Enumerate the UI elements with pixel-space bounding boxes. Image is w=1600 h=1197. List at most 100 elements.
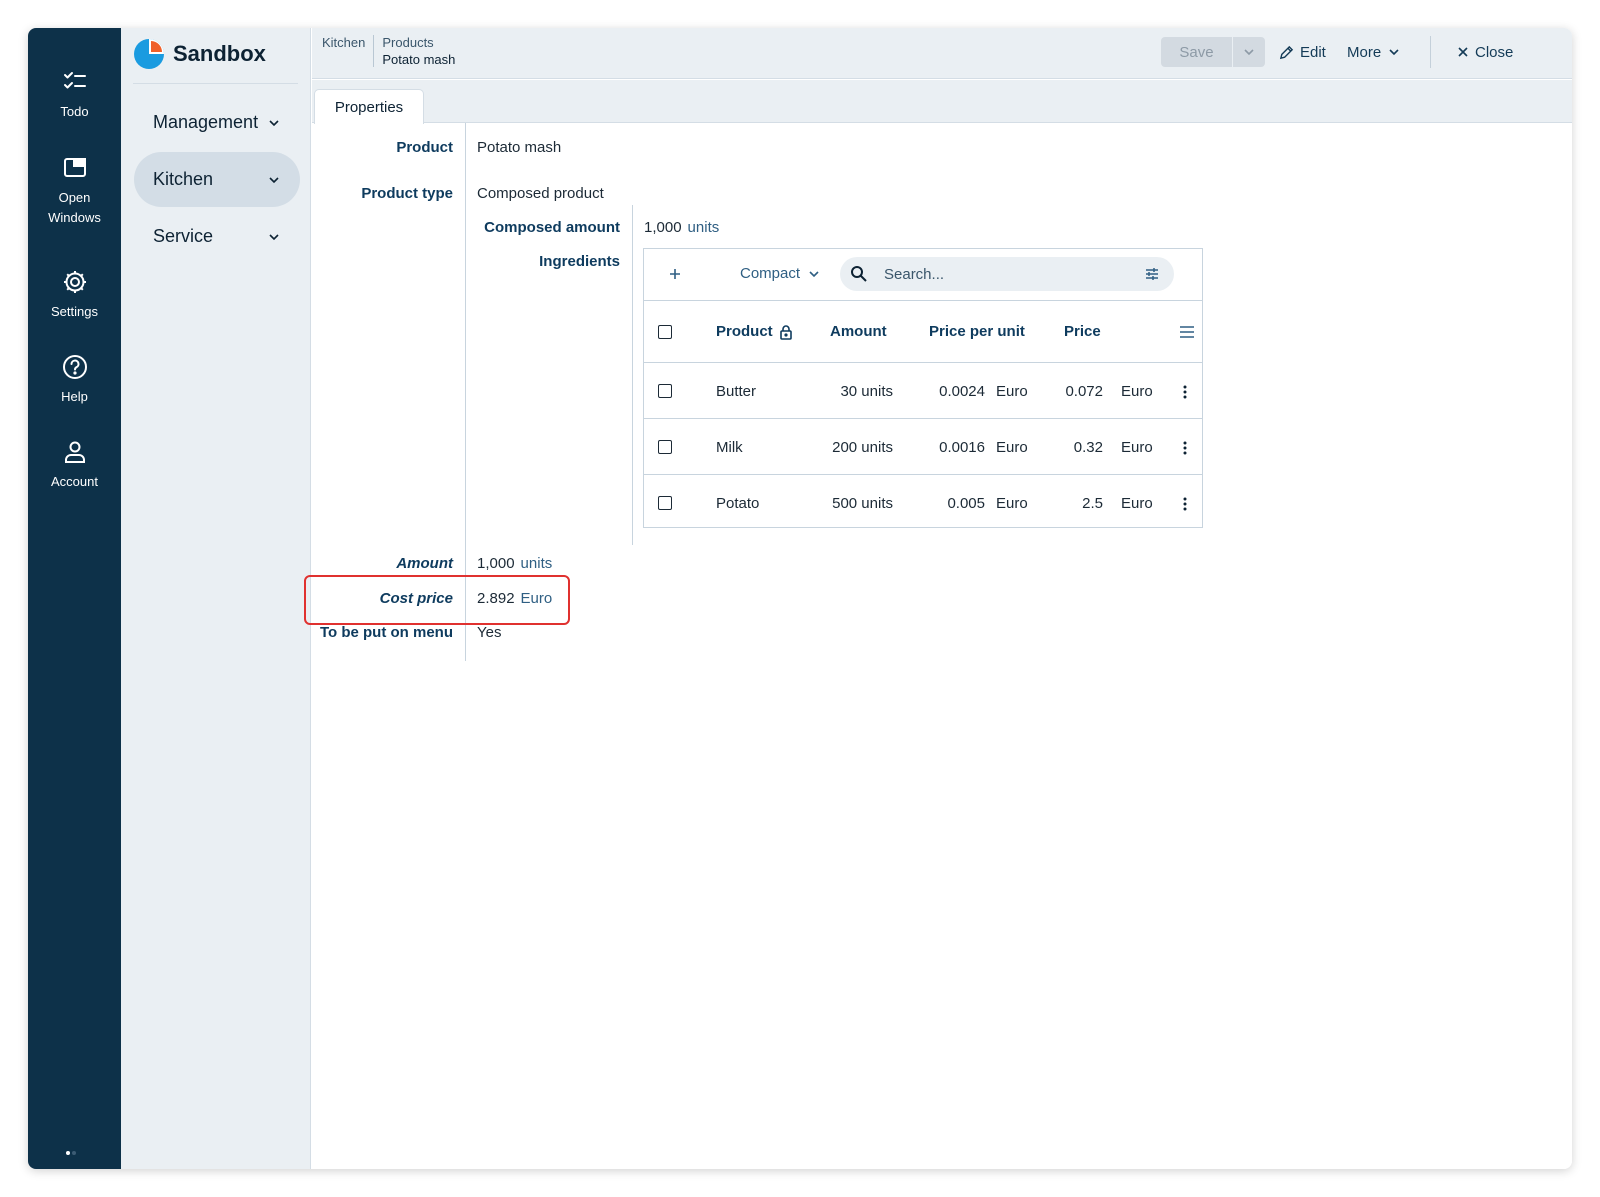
left-rail: Todo Open Windows Settings Help Account [28, 28, 121, 1169]
help-icon [62, 355, 87, 379]
view-mode-label: Compact [740, 265, 801, 282]
rail-item-help[interactable]: Help [28, 353, 121, 407]
window-icon [63, 158, 86, 177]
nav-label-kitchen: Kitchen [153, 169, 214, 189]
breadcrumb-section[interactable]: Products [382, 35, 455, 50]
nav-item-management[interactable]: Management [134, 95, 300, 150]
save-options-button[interactable] [1233, 37, 1265, 67]
chevron-down-icon [809, 270, 819, 277]
more-label: More [1347, 43, 1382, 61]
rail-label-open-windows: Open Windows [48, 190, 101, 225]
select-all-checkbox[interactable] [658, 325, 672, 339]
main-area: Kitchen Products Potato mash Save Edit M… [304, 28, 1572, 1169]
product-label: Product [396, 139, 453, 156]
cell-amount: 500 units [832, 495, 893, 512]
breadcrumb-current: Potato mash [382, 52, 456, 67]
cell-price-per-unit: 0.005 [947, 495, 985, 512]
rail-label-account: Account [51, 474, 98, 489]
cell-price-per-unit-currency: Euro [996, 439, 1028, 456]
product-value: Potato mash [477, 139, 562, 156]
composed-amount-value: 1,000 units [644, 219, 719, 236]
composed-amount-unit: units [687, 219, 720, 236]
chevron-down-icon [269, 177, 279, 184]
search-input[interactable] [884, 262, 1124, 286]
search-box [840, 257, 1174, 291]
nav-label-management: Management [153, 112, 259, 132]
subform-divider [632, 205, 633, 545]
plus-icon[interactable] [666, 265, 684, 283]
tab-properties[interactable]: Properties [314, 89, 424, 124]
cell-price: 0.072 [1065, 383, 1103, 400]
nav-item-service[interactable]: Service [134, 209, 300, 264]
close-icon [1458, 47, 1468, 57]
amount-value: 1,000 units [477, 555, 552, 572]
column-header-product[interactable]: Product [716, 323, 793, 340]
menu-value: Yes [477, 624, 502, 641]
column-menu-icon[interactable] [1179, 325, 1195, 339]
cell-price-currency: Euro [1121, 383, 1153, 400]
chevron-down-icon [1244, 49, 1254, 56]
breadcrumb: Kitchen Products Potato mash [322, 35, 455, 67]
table-row[interactable]: Butter 30 units 0.0024 Euro 0.072 Euro [644, 364, 1202, 419]
cell-price: 0.32 [1073, 439, 1103, 456]
nav-label-service: Service [153, 226, 214, 246]
cell-product: Potato [716, 495, 760, 512]
row-menu-icon[interactable] [1182, 384, 1188, 400]
table-row[interactable]: Potato 500 units 0.005 Euro 2.5 Euro [644, 476, 1202, 531]
cell-product: Milk [716, 439, 743, 456]
chevron-down-icon [269, 234, 279, 241]
row-checkbox[interactable] [658, 440, 672, 454]
more-button[interactable]: More [1347, 37, 1400, 67]
chevron-down-icon [1389, 49, 1399, 56]
table-row[interactable]: Milk 200 units 0.0016 Euro 0.32 Euro [644, 420, 1202, 475]
cell-price: 2.5 [1082, 495, 1103, 512]
brand-name: Sandbox [173, 41, 266, 66]
rail-item-open-windows[interactable]: Open Windows [28, 154, 121, 228]
row-checkbox[interactable] [658, 384, 672, 398]
column-header-price[interactable]: Price [1064, 323, 1101, 340]
pencil-icon [1279, 45, 1294, 59]
cell-amount: 30 units [840, 383, 893, 400]
edit-button[interactable]: Edit [1279, 37, 1326, 67]
rail-label-settings: Settings [51, 304, 98, 319]
toolbar-divider [1430, 36, 1431, 68]
tab-strip: Properties [312, 80, 1572, 124]
product-type-value: Composed product [477, 185, 604, 202]
filter-icon[interactable] [1144, 266, 1160, 282]
amount-label: Amount [396, 555, 453, 572]
page-indicator [66, 1151, 82, 1155]
breadcrumb-root[interactable]: Kitchen [322, 35, 375, 67]
brand[interactable]: Sandbox [133, 36, 266, 72]
rail-item-account[interactable]: Account [28, 438, 121, 492]
table-toolbar: Compact [644, 249, 1202, 301]
nav-item-kitchen[interactable]: Kitchen [134, 152, 300, 207]
cell-price-per-unit-currency: Euro [996, 383, 1028, 400]
composed-amount-number: 1,000 [644, 219, 682, 236]
rail-item-todo[interactable]: Todo [28, 68, 121, 122]
nav-divider [133, 83, 298, 84]
column-header-product-label: Product [716, 323, 773, 340]
brand-logo-icon [134, 39, 164, 69]
row-menu-icon[interactable] [1182, 496, 1188, 512]
save-button-group: Save [1161, 37, 1265, 67]
top-bar: Kitchen Products Potato mash Save Edit M… [312, 28, 1572, 79]
rail-label-help: Help [61, 389, 88, 404]
close-label: Close [1475, 43, 1514, 61]
cell-product: Butter [716, 383, 757, 400]
ingredients-table: Compact Product Amount [643, 248, 1203, 528]
row-menu-icon[interactable] [1182, 440, 1188, 456]
cost-price-highlight [304, 575, 570, 625]
column-header-amount[interactable]: Amount [830, 323, 887, 340]
user-icon [64, 441, 85, 463]
cell-price-currency: Euro [1121, 495, 1153, 512]
save-button[interactable]: Save [1161, 37, 1233, 67]
view-mode-select[interactable]: Compact [740, 265, 820, 282]
ingredients-label: Ingredients [539, 253, 620, 270]
column-header-price-per-unit[interactable]: Price per unit [929, 323, 1025, 340]
search-icon [851, 266, 867, 282]
row-checkbox[interactable] [658, 496, 672, 510]
amount-unit: units [520, 555, 553, 572]
app-window: Todo Open Windows Settings Help Account … [28, 28, 1572, 1169]
close-button[interactable]: Close [1457, 37, 1513, 67]
rail-item-settings[interactable]: Settings [28, 268, 121, 322]
